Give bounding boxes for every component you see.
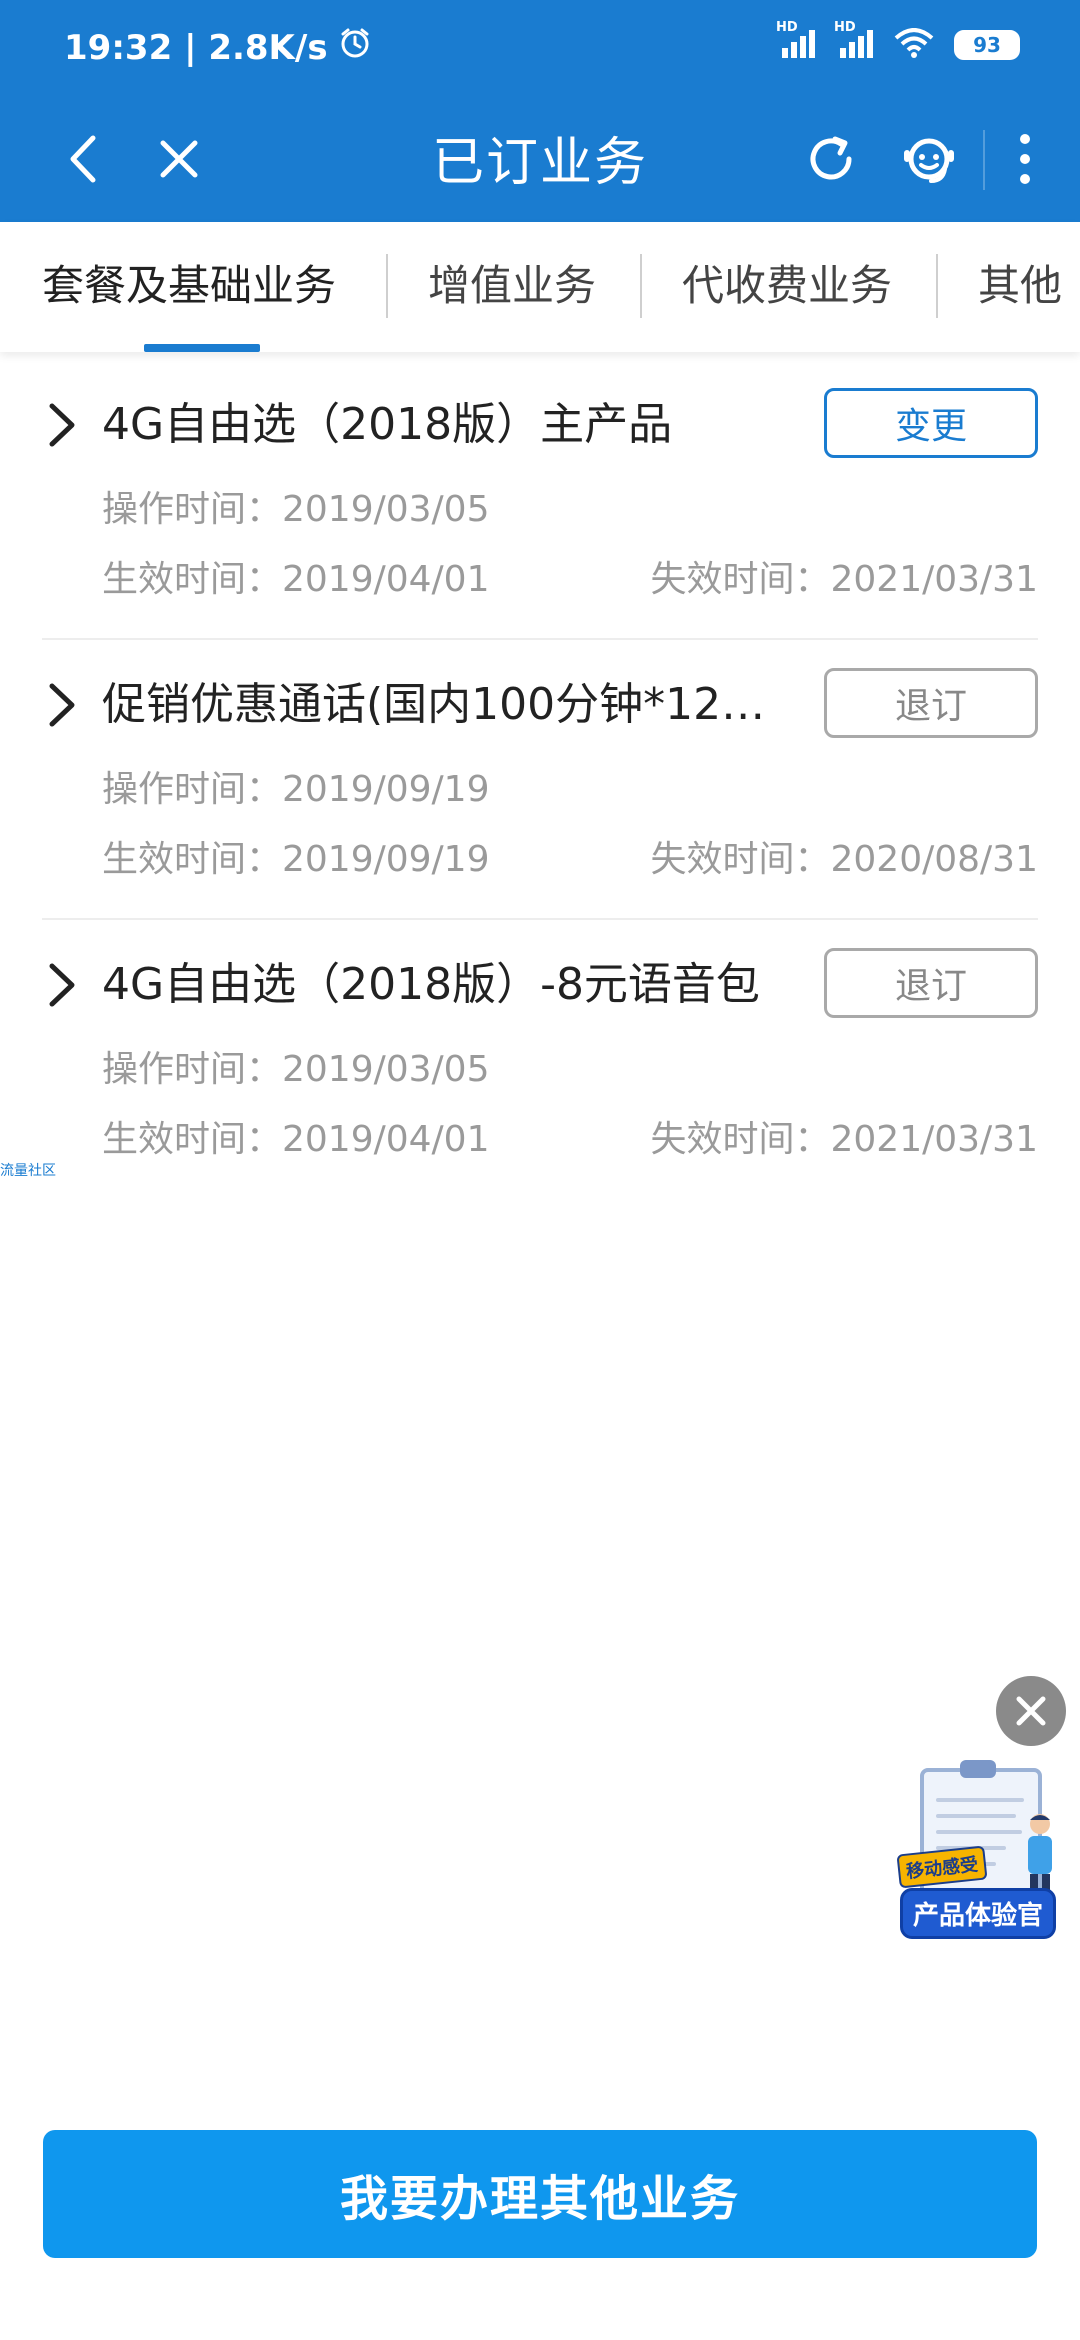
list-item[interactable]: 4G自由选（2018版）主产品 变更 操作时间：2019/03/05 生效时间：… <box>42 360 1038 640</box>
battery-icon: 93 <box>954 30 1020 60</box>
list-item[interactable]: 促销优惠通话(国内100分钟*12个月) 退订 操作时间：2019/09/19 … <box>42 640 1038 920</box>
operation-time: 操作时间：2019/03/05 <box>102 1049 490 1090</box>
handle-other-business-button[interactable]: 我要办理其他业务 <box>43 2130 1037 2258</box>
active-tab-indicator <box>144 344 260 352</box>
hd-label-1: HD <box>776 20 798 35</box>
expiry-time: 失效时间：2021/03/31 <box>650 559 1039 600</box>
status-bar: 19:32 | 2.8K/s HD HD 93 <box>0 0 1080 100</box>
list-item[interactable]: 4G自由选（2018版）-8元语音包 退订 操作时间：2019/03/05 生效… <box>42 920 1038 1200</box>
operation-time: 操作时间：2019/03/05 <box>102 489 490 530</box>
battery-level: 93 <box>973 33 1001 57</box>
expiry-time: 失效时间：2020/08/31 <box>650 839 1039 880</box>
hd-label-2: HD <box>834 20 856 35</box>
tab-collection[interactable]: 代收费业务 <box>682 252 892 313</box>
effective-time: 生效时间：2019/04/01 <box>102 1119 490 1160</box>
alarm-icon <box>338 26 372 69</box>
clipboard-clip <box>960 1760 996 1778</box>
tab-package-basic[interactable]: 套餐及基础业务 <box>42 252 336 313</box>
operation-time: 操作时间：2019/09/19 <box>102 769 490 810</box>
unsubscribe-button[interactable]: 退订 <box>824 948 1038 1018</box>
chevron-right-icon[interactable] <box>42 400 82 450</box>
status-right: HD HD 93 <box>776 20 1020 62</box>
effective-time: 生效时间：2019/09/19 <box>102 839 490 880</box>
signal-icon-2: HD <box>834 20 880 62</box>
chevron-right-icon[interactable] <box>42 680 82 730</box>
chevron-right-icon[interactable] <box>42 960 82 1010</box>
status-time-speed: 19:32 | 2.8K/s <box>64 27 328 68</box>
tab-separator <box>386 254 388 318</box>
effective-time: 生效时间：2019/04/01 <box>102 559 490 600</box>
app-header: 19:32 | 2.8K/s HD HD 93 已订业务 <box>0 0 1080 222</box>
category-tabs: 套餐及基础业务 增值业务 代收费业务 其他 <box>0 222 1080 352</box>
promo-tag-bottom: 产品体验官 <box>900 1888 1057 1939</box>
watermark: 流量社区 <box>0 1163 56 1179</box>
product-experience-promo[interactable]: 移动感受 产品体验官 <box>896 1760 1070 1940</box>
tab-value-added[interactable]: 增值业务 <box>428 252 596 313</box>
close-icon <box>1016 1696 1046 1726</box>
tab-separator <box>640 254 642 318</box>
unsubscribe-button[interactable]: 退订 <box>824 668 1038 738</box>
wifi-icon <box>894 28 934 62</box>
change-button[interactable]: 变更 <box>824 388 1038 458</box>
item-name: 促销优惠通话(国内100分钟*12个月) <box>102 679 802 730</box>
customer-service-icon[interactable] <box>894 124 964 194</box>
title-divider <box>983 130 985 190</box>
signal-icon-1: HD <box>776 20 822 62</box>
close-promo-button[interactable] <box>996 1676 1066 1746</box>
tab-separator <box>936 254 938 318</box>
expiry-time: 失效时间：2021/03/31 <box>650 1119 1039 1160</box>
title-bar: 已订业务 <box>0 100 1080 222</box>
tab-other[interactable]: 其他 <box>978 252 1062 313</box>
item-name: 4G自由选（2018版）主产品 <box>102 399 673 450</box>
item-name: 4G自由选（2018版）-8元语音包 <box>102 959 760 1010</box>
more-menu-icon[interactable] <box>990 124 1060 194</box>
refresh-icon[interactable] <box>796 124 866 194</box>
status-left: 19:32 | 2.8K/s <box>64 26 372 69</box>
